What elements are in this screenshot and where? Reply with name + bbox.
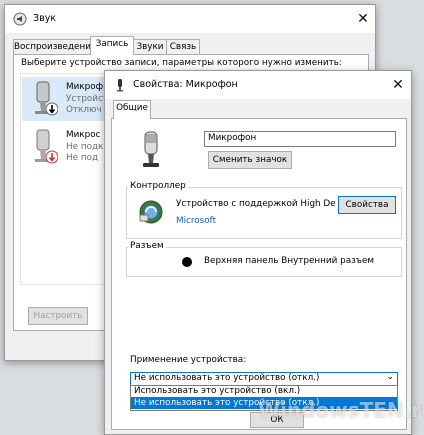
controller-properties-button[interactable]: Свойства bbox=[338, 196, 396, 214]
speaker-icon bbox=[13, 12, 27, 26]
tab-playback[interactable]: Воспроизведение bbox=[13, 39, 96, 55]
chevron-down-icon: ⌄ bbox=[386, 372, 394, 382]
device-status: Не подк bbox=[66, 142, 104, 152]
general-panel: Микрофон Сменить значок Контроллер Устро… bbox=[111, 118, 407, 430]
properties-window: Свойства: Микрофон ✕ Общие Микрофон Смен… bbox=[104, 70, 412, 435]
close-icon[interactable]: ✕ bbox=[353, 9, 373, 29]
controller-label: Контроллер bbox=[128, 181, 188, 191]
jack-color-dot bbox=[182, 257, 192, 267]
device-name: Микроф bbox=[66, 82, 104, 92]
usage-label: Применение устройства: bbox=[130, 355, 247, 365]
device-status-2: Не под bbox=[66, 153, 99, 163]
properties-titlebar: Свойства: Микрофон ✕ bbox=[105, 71, 411, 99]
controller-name: Устройство с поддержкой High Defi... bbox=[176, 199, 336, 209]
tab-general[interactable]: Общие bbox=[113, 100, 151, 119]
usage-select[interactable]: Не использовать это устройство (откл.) ⌄ bbox=[130, 372, 398, 386]
properties-title: Свойства: Микрофон bbox=[133, 79, 238, 90]
list-item[interactable]: Микроф Устройст Отключ bbox=[22, 77, 112, 121]
properties-tabs: Общие bbox=[111, 100, 405, 119]
microphone-large-icon bbox=[143, 131, 159, 167]
sound-title: Звук bbox=[33, 13, 57, 24]
microphone-small-icon bbox=[117, 79, 123, 92]
controller-vendor[interactable]: Microsoft bbox=[176, 216, 216, 226]
device-name-input[interactable]: Микрофон bbox=[204, 131, 396, 147]
device-status: Устройст bbox=[66, 94, 108, 104]
audio-device-icon bbox=[139, 200, 163, 224]
device-status-2: Отключ bbox=[66, 105, 102, 115]
microphone-icon bbox=[35, 81, 58, 116]
sound-tabs: Воспроизведение Запись Звуки Связь bbox=[13, 36, 369, 55]
close-icon[interactable]: ✕ bbox=[388, 75, 408, 95]
tab-sounds[interactable]: Звуки bbox=[133, 39, 167, 55]
tab-communications[interactable]: Связь bbox=[166, 39, 200, 55]
configure-button[interactable]: Настроить bbox=[28, 307, 88, 325]
tab-recording[interactable]: Запись bbox=[90, 36, 134, 55]
change-icon-button[interactable]: Сменить значок bbox=[208, 151, 292, 169]
microphone-disabled-icon bbox=[35, 129, 58, 164]
list-item[interactable]: Микрос Не подк Не под bbox=[22, 125, 112, 169]
instruction-text: Выберите устройство записи, параметры ко… bbox=[21, 58, 342, 68]
jack-info: Верхняя панель Внутренний разъем bbox=[204, 256, 375, 266]
sound-titlebar: Звук ✕ bbox=[5, 5, 375, 33]
jack-label: Разъем bbox=[128, 241, 166, 251]
device-name: Микрос bbox=[66, 130, 101, 140]
dropdown-option-enable[interactable]: Использовать это устройство (вкл.) bbox=[131, 386, 397, 397]
watermark: WindowsTEN.ru bbox=[258, 398, 424, 422]
